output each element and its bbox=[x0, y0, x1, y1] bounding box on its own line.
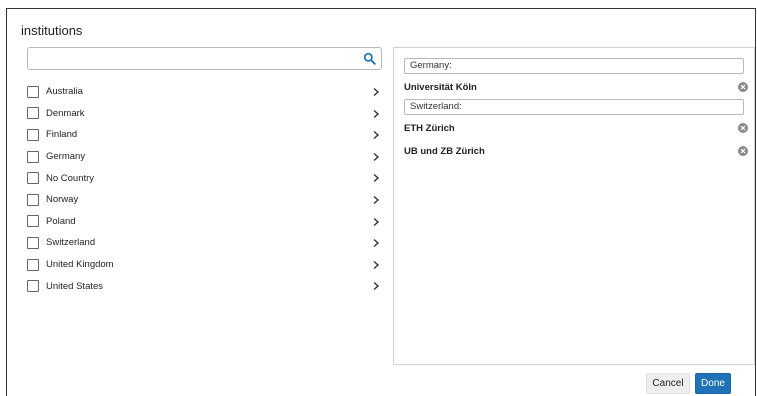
country-row-germany[interactable]: Germany bbox=[27, 146, 382, 168]
search-box[interactable] bbox=[27, 47, 382, 70]
country-label: Poland bbox=[46, 215, 76, 227]
selected-institution-row: ETH Zürich bbox=[404, 122, 748, 138]
country-label: United Kingdom bbox=[46, 259, 114, 271]
country-checkbox[interactable] bbox=[27, 258, 39, 271]
country-checkbox[interactable] bbox=[27, 172, 39, 185]
done-button[interactable]: Done bbox=[695, 373, 731, 394]
chevron-right-icon[interactable] bbox=[372, 130, 380, 140]
country-checkbox[interactable] bbox=[27, 85, 39, 98]
country-label: Norway bbox=[46, 194, 79, 206]
institution-label: ETH Zürich bbox=[404, 123, 455, 134]
country-row-norway[interactable]: Norway bbox=[27, 189, 382, 211]
country-row-australia[interactable]: Australia bbox=[27, 81, 382, 103]
chevron-right-icon[interactable] bbox=[372, 109, 380, 119]
group-header-switzerland: Switzerland: bbox=[404, 99, 744, 115]
country-label: United States bbox=[46, 280, 104, 292]
country-row-finland[interactable]: Finland bbox=[27, 124, 382, 146]
country-label: No Country bbox=[46, 172, 95, 184]
chevron-right-icon[interactable] bbox=[372, 173, 380, 183]
remove-icon[interactable] bbox=[738, 123, 748, 133]
country-checkbox[interactable] bbox=[27, 107, 39, 120]
country-row-united-kingdom[interactable]: United Kingdom bbox=[27, 254, 382, 276]
chevron-right-icon[interactable] bbox=[372, 281, 380, 291]
institution-label: Universität Köln bbox=[404, 82, 477, 93]
country-checkbox[interactable] bbox=[27, 236, 39, 249]
country-checkbox[interactable] bbox=[27, 150, 39, 163]
chevron-right-icon[interactable] bbox=[372, 238, 380, 248]
country-label: Denmark bbox=[46, 107, 85, 119]
country-row-denmark[interactable]: Denmark bbox=[27, 103, 382, 125]
chevron-right-icon[interactable] bbox=[372, 195, 380, 205]
institution-label: UB und ZB Zürich bbox=[404, 146, 485, 157]
chevron-right-icon[interactable] bbox=[372, 217, 380, 227]
chevron-right-icon[interactable] bbox=[372, 152, 380, 162]
institutions-dialog: institutions Australia Denmark Finland G… bbox=[6, 8, 756, 396]
country-checkbox[interactable] bbox=[27, 193, 39, 206]
country-list: Australia Denmark Finland Germany No Cou… bbox=[27, 81, 382, 297]
selected-institution-row: UB und ZB Zürich bbox=[404, 145, 748, 161]
country-row-no-country[interactable]: No Country bbox=[27, 167, 382, 189]
search-icon[interactable] bbox=[363, 52, 376, 65]
chevron-right-icon[interactable] bbox=[372, 87, 380, 97]
chevron-right-icon[interactable] bbox=[372, 260, 380, 270]
country-label: Germany bbox=[46, 151, 86, 163]
country-label: Finland bbox=[46, 129, 78, 141]
country-row-poland[interactable]: Poland bbox=[27, 211, 382, 233]
country-checkbox[interactable] bbox=[27, 128, 39, 141]
cancel-button[interactable]: Cancel bbox=[646, 373, 690, 394]
country-row-switzerland[interactable]: Switzerland bbox=[27, 232, 382, 254]
group-header-germany: Germany: bbox=[404, 58, 744, 74]
selected-institution-row: Universität Köln bbox=[404, 81, 748, 97]
remove-icon[interactable] bbox=[738, 146, 748, 156]
selected-institutions-panel: Germany: Universität Köln Switzerland: E… bbox=[393, 47, 755, 365]
country-checkbox[interactable] bbox=[27, 215, 39, 228]
country-row-united-states[interactable]: United States bbox=[27, 275, 382, 297]
search-input[interactable] bbox=[28, 48, 353, 69]
dialog-title: institutions bbox=[21, 23, 83, 38]
remove-icon[interactable] bbox=[738, 82, 748, 92]
country-label: Australia bbox=[46, 86, 83, 98]
country-checkbox[interactable] bbox=[27, 280, 39, 293]
country-label: Switzerland bbox=[46, 237, 96, 249]
